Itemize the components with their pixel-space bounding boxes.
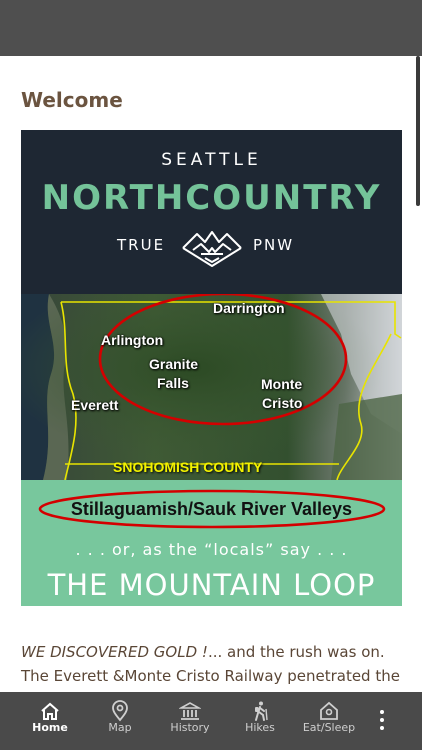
intro-emphasis: WE DISCOVERED GOLD ! <box>21 643 208 661</box>
map-pin-icon <box>112 700 128 722</box>
nav-home[interactable]: Home <box>22 692 78 750</box>
nav-home-label: Home <box>32 721 68 734</box>
nav-map[interactable]: Map <box>92 692 148 750</box>
map-label-monte: Monte <box>261 376 303 392</box>
map-label-falls: Falls <box>157 375 189 391</box>
nav-eat-sleep-label: Eat/Sleep <box>302 721 356 734</box>
nav-history-label: History <box>170 721 210 734</box>
status-bar <box>0 0 422 56</box>
banner-seattle-text: SEATTLE <box>161 150 262 170</box>
museum-icon <box>179 702 201 720</box>
welcome-banner-image: SEATTLE NORTHCOUNTRY TRUE PNW Darrington… <box>21 130 402 606</box>
map-label-everett: Everett <box>71 397 119 413</box>
county-map: Darrington Arlington Granite Falls Monte… <box>21 292 402 481</box>
content-scroll-area[interactable]: Welcome SEATTLE NORTHCOUNTRY TRUE PNW Da… <box>0 56 422 692</box>
nav-hikes-label: Hikes <box>245 721 275 734</box>
map-label-darrington: Darrington <box>213 300 285 316</box>
home-icon <box>41 702 59 720</box>
banner-tagline: TRUE PNW <box>21 228 402 268</box>
banner-true-text: TRUE <box>117 236 166 254</box>
nav-history[interactable]: History <box>162 692 218 750</box>
banner-northcountry-text: NORTHCOUNTRY <box>41 178 382 218</box>
map-label-granite: Granite <box>149 356 199 372</box>
map-graphic <box>21 292 402 481</box>
more-vertical-icon[interactable] <box>372 706 392 736</box>
map-label-county: SNOHOMISH COUNTY <box>113 459 263 475</box>
map-label-cristo: Cristo <box>262 395 303 411</box>
mountain-logo-icon <box>182 231 242 267</box>
nav-map-label: Map <box>108 721 132 734</box>
banner-locals-text: . . . or, as the “locals” say . . . <box>75 540 348 559</box>
banner-footer: Stillaguamish/Sauk River Valleys . . . o… <box>21 480 402 606</box>
lodging-icon <box>320 701 338 720</box>
page-title: Welcome <box>21 88 123 112</box>
banner-mountain-loop-text: THE MOUNTAIN LOOP <box>47 568 376 602</box>
hiker-icon <box>255 701 268 721</box>
map-label-arlington: Arlington <box>101 332 164 348</box>
nav-hikes[interactable]: Hikes <box>232 692 288 750</box>
nav-eat-sleep[interactable]: Eat/Sleep <box>298 692 360 750</box>
bottom-navigation: Home Map History Hikes Eat/Sleep <box>0 692 422 750</box>
banner-valleys-text: Stillaguamish/Sauk River Valleys <box>70 499 353 519</box>
banner-header: SEATTLE NORTHCOUNTRY TRUE PNW <box>21 130 402 294</box>
banner-pnw-text: PNW <box>253 236 295 254</box>
scrollbar[interactable] <box>416 56 420 206</box>
intro-paragraph: WE DISCOVERED GOLD !... and the rush was… <box>21 640 406 688</box>
